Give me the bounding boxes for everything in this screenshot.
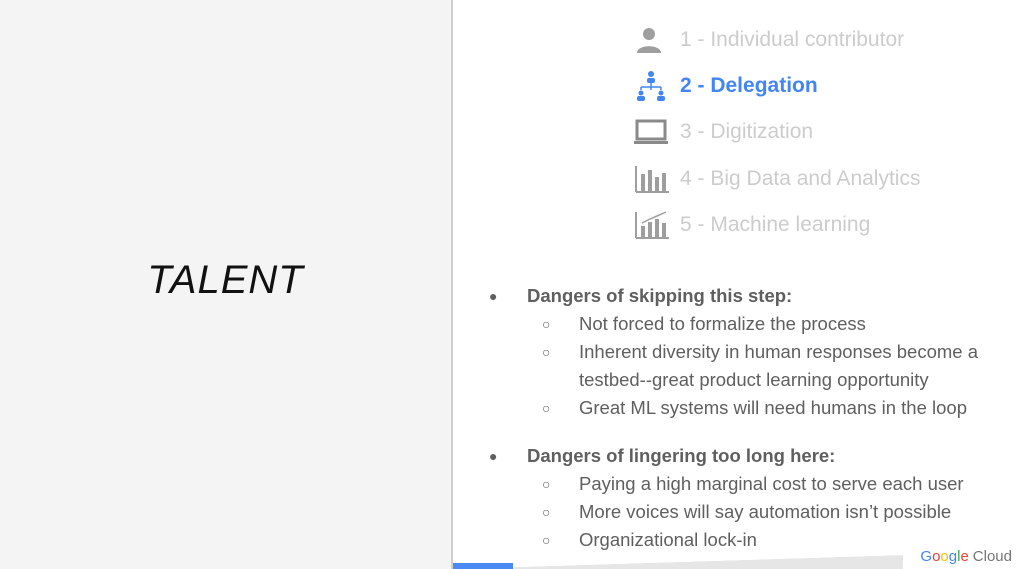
list-item: ○ Paying a high marginal cost to serve ea… <box>542 473 964 494</box>
cloud-wordmark: Cloud <box>972 548 1012 565</box>
footer-accent-blue <box>453 563 513 569</box>
list-item: ○ Not forced to formalize the process <box>542 313 866 334</box>
step-individual-contributor: 1 - Individual contributor <box>634 24 904 56</box>
bar-chart-icon <box>634 163 672 195</box>
list-item: ○ More voices will say automation isn’t p… <box>542 501 952 522</box>
step-label: 3 - Digitization <box>680 120 814 143</box>
dangers-list: ● Dangers of skipping this step: ○ Not for… <box>487 282 1017 554</box>
section-heading-lingering: ● Dangers of lingering too long here: <box>489 445 836 466</box>
panel-divider <box>451 0 453 569</box>
talent-title: TALENT <box>147 258 304 302</box>
step-label: 2 - Delegation <box>680 74 818 97</box>
org-chart-icon <box>634 70 672 102</box>
step-label: 1 - Individual contributor <box>680 28 905 51</box>
section-heading-skipping: ● Dangers of skipping this step: <box>489 285 793 306</box>
laptop-icon <box>634 116 672 148</box>
step-label: 5 - Machine learning <box>680 213 871 236</box>
step-machine-learning: 5 - Machine learning <box>634 209 870 241</box>
step-label: 4 - Big Data and Analytics <box>680 167 921 190</box>
step-digitization: 3 - Digitization <box>634 116 813 148</box>
step-big-data: 4 - Big Data and Analytics <box>634 163 920 195</box>
list-item: ○ Great ML systems will need humans in th… <box>542 397 967 418</box>
list-item: ○ Inherent diversity in human responses b… <box>542 341 978 390</box>
trend-chart-icon <box>634 209 672 241</box>
person-icon <box>634 24 672 56</box>
google-cloud-logo: Google Cloud <box>920 548 1012 565</box>
step-delegation: 2 - Delegation <box>634 70 818 102</box>
footer-accent <box>453 555 903 569</box>
google-wordmark: Google <box>920 548 969 565</box>
